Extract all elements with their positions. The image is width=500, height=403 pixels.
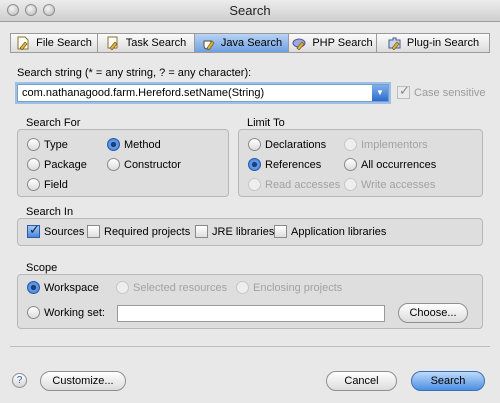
radio-implementors: Implementors (344, 138, 428, 151)
search-tabs: File Search Task Search Java Search PHP … (10, 33, 490, 53)
radio-all-occurrences-button[interactable] (344, 158, 357, 171)
radio-method[interactable]: Method (107, 138, 161, 151)
search-dialog: Search File Search Task Search Java Sear… (0, 0, 500, 403)
radio-declarations-button[interactable] (248, 138, 261, 151)
search-string-combo[interactable]: com.nathanagood.farm.Hereford.setName(St… (17, 84, 389, 102)
radio-declarations[interactable]: Declarations (248, 138, 326, 151)
search-string-value[interactable]: com.nathanagood.farm.Hereford.setName(St… (22, 87, 264, 99)
radio-field[interactable]: Field (27, 178, 68, 191)
radio-selected-resources: Selected resources (116, 281, 227, 294)
radio-workspace[interactable]: Workspace (27, 281, 99, 294)
tab-php-search[interactable]: PHP Search (288, 33, 376, 53)
case-sensitive-label: Case sensitive (414, 86, 486, 99)
tab-file-search[interactable]: File Search (10, 33, 97, 53)
search-button[interactable]: Search (411, 371, 485, 391)
search-in-title: Search In (26, 206, 74, 218)
radio-workspace-label: Workspace (44, 281, 99, 294)
radio-working-set-label: Working set: (44, 306, 105, 319)
radio-workspace-button[interactable] (27, 281, 40, 294)
radio-method-button[interactable] (107, 138, 120, 151)
tab-java-search-label: Java Search (220, 37, 283, 49)
radio-references-label: References (265, 158, 322, 171)
radio-write-accesses: Write accesses (344, 178, 435, 191)
tab-file-search-label: File Search (36, 37, 92, 49)
required-projects-box[interactable] (87, 225, 100, 238)
divider (10, 346, 490, 347)
php-search-icon (292, 38, 306, 50)
sources-label: Sources (44, 225, 85, 238)
task-search-icon (107, 36, 118, 50)
radio-working-set[interactable]: Working set: (27, 306, 105, 319)
radio-package-button[interactable] (27, 158, 40, 171)
radio-constructor[interactable]: Constructor (107, 158, 181, 171)
plugin-search-icon (388, 37, 401, 50)
radio-implementors-button (344, 138, 357, 151)
window-title: Search (229, 3, 271, 18)
sources-box[interactable]: ✓ (27, 222, 40, 238)
sources-checkbox[interactable]: ✓ Sources (27, 222, 85, 238)
tab-task-search-label: Task Search (125, 37, 187, 49)
limit-to-title: Limit To (247, 117, 285, 129)
radio-working-set-button[interactable] (27, 306, 40, 319)
radio-package[interactable]: Package (27, 158, 87, 171)
radio-write-accesses-label: Write accesses (361, 178, 436, 191)
radio-constructor-label: Constructor (124, 158, 181, 171)
radio-references[interactable]: References (248, 158, 321, 171)
radio-all-occurrences[interactable]: All occurrences (344, 158, 436, 171)
file-search-icon (17, 36, 29, 50)
radio-all-occurrences-label: All occurrences (361, 158, 437, 171)
radio-read-accesses: Read accesses (248, 178, 340, 191)
radio-field-button[interactable] (27, 178, 40, 191)
tab-plugin-search-label: Plug-in Search (406, 37, 480, 49)
java-search-icon (203, 40, 215, 50)
radio-selected-resources-label: Selected resources (133, 281, 228, 294)
tab-task-search[interactable]: Task Search (97, 33, 194, 53)
radio-implementors-label: Implementors (361, 138, 428, 151)
application-libraries-checkbox[interactable]: Application libraries (274, 225, 386, 238)
radio-field-label: Field (44, 178, 68, 191)
radio-references-button[interactable] (248, 158, 261, 171)
checkmark-icon: ✓ (29, 222, 40, 237)
tab-php-search-label: PHP Search (312, 37, 373, 49)
jre-libraries-box[interactable] (195, 225, 208, 238)
choose-button[interactable]: Choose... (398, 303, 468, 323)
jre-libraries-checkbox[interactable]: JRE libraries (195, 225, 274, 238)
working-set-field[interactable] (117, 305, 385, 322)
checkmark-icon: ✓ (399, 83, 410, 98)
cancel-button[interactable]: Cancel (326, 371, 397, 391)
required-projects-label: Required projects (104, 225, 191, 238)
radio-type-label: Type (44, 138, 68, 151)
customize-button[interactable]: Customize... (40, 371, 126, 391)
radio-write-accesses-button (344, 178, 357, 191)
required-projects-checkbox[interactable]: Required projects (87, 225, 190, 238)
radio-enclosing-projects: Enclosing projects (236, 281, 342, 294)
chevron-down-icon[interactable]: ▼ (372, 85, 388, 101)
radio-read-accesses-label: Read accesses (265, 178, 341, 191)
radio-declarations-label: Declarations (265, 138, 327, 151)
radio-package-label: Package (44, 158, 87, 171)
radio-type-button[interactable] (27, 138, 40, 151)
radio-read-accesses-button (248, 178, 261, 191)
search-string-label: Search string (* = any string, ? = any c… (17, 67, 252, 79)
case-sensitive-box[interactable]: ✓ (397, 83, 410, 99)
help-icon[interactable]: ? (12, 373, 27, 388)
radio-selected-resources-button (116, 281, 129, 294)
tab-java-search[interactable]: Java Search (194, 33, 288, 53)
search-for-title: Search For (26, 117, 81, 129)
radio-method-label: Method (124, 138, 161, 151)
radio-type[interactable]: Type (27, 138, 68, 151)
jre-libraries-label: JRE libraries (212, 225, 275, 238)
tab-plugin-search[interactable]: Plug-in Search (376, 33, 490, 53)
radio-constructor-button[interactable] (107, 158, 120, 171)
scope-title: Scope (26, 262, 58, 274)
radio-enclosing-projects-label: Enclosing projects (253, 281, 343, 294)
application-libraries-box[interactable] (274, 225, 287, 238)
title-bar: Search (0, 0, 500, 22)
application-libraries-label: Application libraries (291, 225, 387, 238)
case-sensitive-checkbox[interactable]: ✓ Case sensitive (397, 83, 486, 99)
radio-enclosing-projects-button (236, 281, 249, 294)
